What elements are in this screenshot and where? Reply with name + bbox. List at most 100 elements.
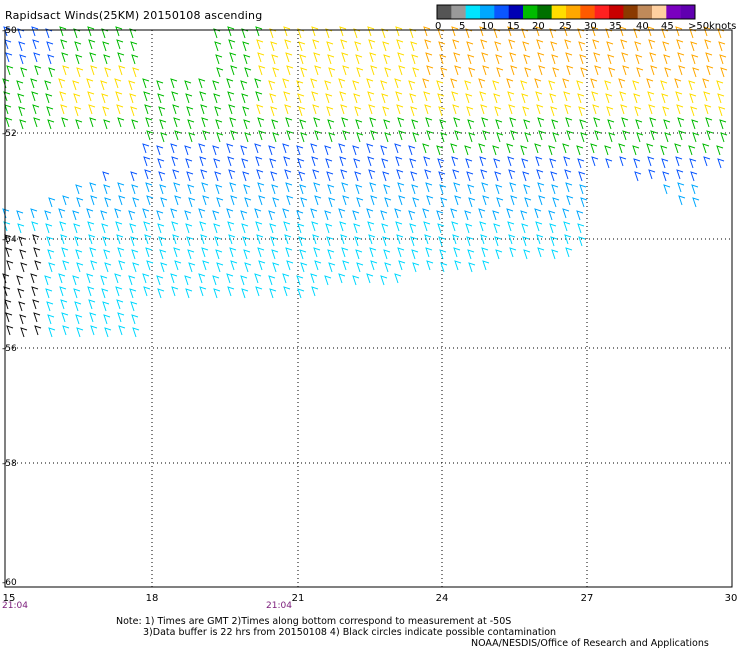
wind-barb: [579, 119, 587, 130]
wind-barb: [244, 132, 252, 143]
wind-barb: [482, 130, 490, 141]
scale-tick-label: 30: [584, 21, 597, 32]
wind-barb: [394, 273, 402, 284]
wind-barb: [157, 158, 165, 169]
wind-barb: [173, 182, 181, 193]
wind-barb: [74, 236, 82, 247]
wind-barb: [548, 210, 556, 221]
wind-barb: [647, 156, 655, 167]
wind-barb: [157, 93, 165, 104]
wind-barb: [244, 67, 252, 78]
wind-barb: [72, 80, 80, 91]
wind-barb: [4, 299, 12, 310]
wind-barb: [354, 106, 362, 117]
wind-barb: [464, 145, 472, 156]
wind-barb: [619, 156, 627, 167]
wind-barb: [520, 145, 528, 156]
wind-barb: [384, 262, 392, 273]
wind-barb: [255, 156, 263, 167]
wind-barb: [563, 221, 571, 232]
wind-barb: [355, 54, 363, 65]
wind-barb: [240, 210, 248, 221]
wind-barb: [170, 78, 178, 89]
wind-barb: [408, 80, 416, 91]
wind-barb: [646, 143, 654, 154]
wind-barb: [339, 26, 347, 37]
wind-barb: [170, 143, 178, 154]
wind-barb: [439, 184, 447, 195]
wind-barb: [535, 221, 543, 232]
wind-barb: [258, 130, 266, 141]
wind-barb: [354, 41, 362, 52]
wind-barb: [283, 286, 291, 297]
wind-barb: [326, 41, 334, 52]
scale-units: knots: [709, 21, 737, 32]
color-scale-swatch: [652, 5, 667, 19]
wind-barb: [395, 221, 403, 232]
wind-barb: [117, 247, 125, 258]
wind-barb: [520, 80, 528, 91]
wind-barb: [492, 80, 500, 91]
wind-barb: [58, 78, 66, 89]
wind-barb: [592, 39, 600, 50]
wind-barb: [327, 119, 335, 130]
wind-barb: [354, 236, 362, 247]
wind-barb: [551, 119, 559, 130]
time-label: 21:04: [266, 601, 292, 611]
wind-barb: [328, 67, 336, 78]
wind-barb: [254, 78, 262, 89]
wind-barb: [633, 93, 641, 104]
wind-barb: [313, 52, 321, 63]
wind-barb: [46, 236, 54, 247]
wind-barb: [452, 104, 460, 115]
wind-barb: [310, 78, 318, 89]
wind-barb: [383, 184, 391, 195]
wind-barb: [382, 41, 390, 52]
wind-barb: [19, 314, 27, 325]
wind-barb: [48, 327, 56, 338]
wind-barb: [340, 39, 348, 50]
wind-barb: [508, 39, 516, 50]
wind-barb: [75, 54, 83, 65]
wind-barb: [564, 169, 572, 180]
wind-barb: [258, 195, 266, 206]
wind-barb: [468, 197, 476, 208]
wind-barb: [299, 249, 307, 260]
wind-barb: [272, 262, 280, 273]
wind-barb: [74, 106, 82, 117]
wind-barb: [31, 221, 39, 232]
wind-barb: [62, 260, 70, 271]
wind-barb: [132, 262, 140, 273]
wind-barb: [243, 184, 251, 195]
wind-barb: [566, 130, 574, 141]
wind-barb: [185, 288, 193, 299]
wind-barb: [18, 106, 26, 117]
wind-barb: [202, 260, 210, 271]
wind-barb: [422, 143, 430, 154]
wind-barb: [174, 130, 182, 141]
wind-barb: [115, 286, 123, 297]
wind-barb: [117, 52, 125, 63]
wind-barb: [47, 314, 55, 325]
wind-barb: [240, 275, 248, 286]
wind-barb: [705, 117, 713, 128]
wind-barb: [46, 106, 54, 117]
wind-barb: [187, 184, 195, 195]
wind-barb: [422, 78, 430, 89]
wind-barb: [409, 158, 417, 169]
wind-barb: [228, 39, 236, 50]
wind-barb: [286, 65, 294, 76]
wind-barb: [367, 26, 375, 37]
wind-barb: [326, 106, 334, 117]
wind-barb: [184, 275, 192, 286]
wind-barb: [534, 143, 542, 154]
wind-barb: [340, 169, 348, 180]
wind-barb: [481, 117, 489, 128]
wind-barb: [354, 171, 362, 182]
wind-barb: [229, 52, 237, 63]
wind-barb: [102, 171, 110, 182]
wind-barb: [272, 67, 280, 78]
wind-barb: [412, 262, 420, 273]
scale-tick-label: 45: [661, 21, 674, 32]
wind-barb: [398, 130, 406, 141]
